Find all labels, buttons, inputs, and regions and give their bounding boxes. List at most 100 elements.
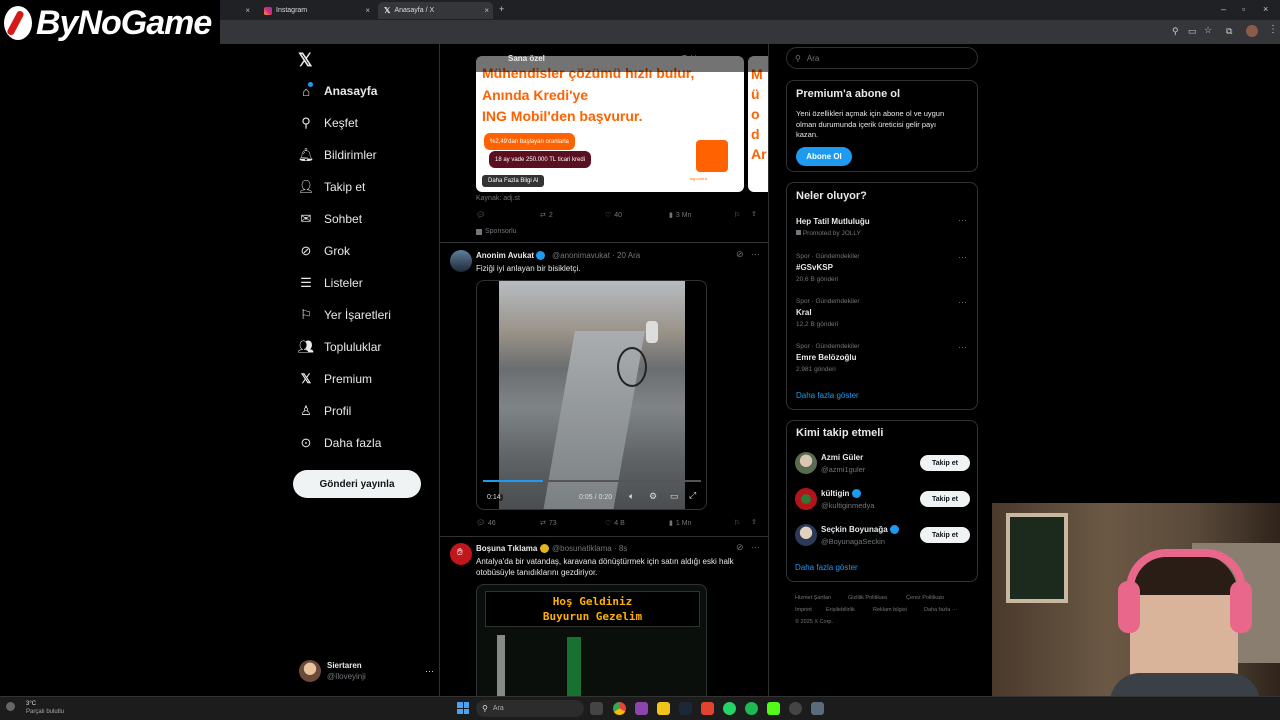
- brave-icon[interactable]: [701, 702, 714, 715]
- post-button[interactable]: Gönderi yayınla: [293, 470, 421, 498]
- show-more-link[interactable]: Daha fazla göster: [795, 563, 858, 572]
- pip-icon[interactable]: ▭: [670, 491, 679, 502]
- footer-link-accessibility[interactable]: Erişilebilirlik: [826, 607, 855, 613]
- share-icon[interactable]: ⇪: [751, 518, 757, 526]
- new-tab-button[interactable]: +: [499, 4, 504, 14]
- avatar[interactable]: [795, 452, 817, 474]
- more-icon[interactable]: ···: [425, 666, 434, 676]
- ad-source[interactable]: Kaynak: adj.st: [476, 195, 520, 202]
- tweet-handle[interactable]: @anonimavukat · 20 Ara: [552, 251, 640, 260]
- suggested-user-name[interactable]: kültigin: [821, 489, 861, 499]
- nav-grok[interactable]: ⊘ Grok: [298, 239, 350, 263]
- footer-link-ads-info[interactable]: Reklam bilgisi: [873, 607, 907, 613]
- show-more-link[interactable]: Daha fazla göster: [796, 391, 859, 400]
- more-icon[interactable]: ···: [958, 215, 967, 225]
- close-tab-icon[interactable]: ×: [365, 6, 370, 15]
- ad-image-next[interactable]: Mü od Ar: [748, 56, 768, 192]
- chrome-icon[interactable]: [613, 702, 626, 715]
- windows-start-icon[interactable]: [457, 702, 469, 714]
- more-icon[interactable]: ···: [958, 252, 967, 262]
- cast-icon[interactable]: ▭: [1188, 26, 1197, 37]
- video-player[interactable]: Hoş Geldiniz Buyurun Gezelim: [476, 584, 707, 696]
- views-button[interactable]: ▮ 3 Mn: [669, 211, 691, 220]
- reply-icon[interactable]: 💬︎: [476, 211, 485, 219]
- mute-icon[interactable]: 🔈︎: [629, 491, 634, 502]
- repost-button[interactable]: ⇄ 2: [540, 211, 553, 220]
- avatar[interactable]: [450, 250, 472, 272]
- tab-following[interactable]: Takip: [682, 54, 701, 63]
- grok-icon[interactable]: ⊘: [736, 249, 744, 260]
- avatar[interactable]: [795, 488, 817, 510]
- steam-icon[interactable]: [679, 702, 692, 715]
- nav-notifications[interactable]: 🔔︎ Bildirimler: [298, 143, 377, 167]
- footer-link-terms[interactable]: Hizmet Şartları: [795, 595, 831, 601]
- bookmark-icon[interactable]: ⚐: [734, 211, 740, 219]
- taskbar-search[interactable]: ⚲ Ara: [476, 700, 584, 717]
- fullscreen-icon[interactable]: ⤢: [689, 490, 696, 501]
- tweet-handle[interactable]: @bosunatiklama · 8s: [552, 544, 627, 553]
- minimize-icon[interactable]: –: [1221, 4, 1226, 14]
- video-progress-bar[interactable]: [483, 480, 543, 482]
- close-tab-icon[interactable]: ×: [484, 6, 489, 15]
- follow-button[interactable]: Takip et: [920, 527, 970, 543]
- trend-item[interactable]: Spor · Gündemdekiler Kral 12,2 B gönderi…: [787, 296, 977, 332]
- follow-button[interactable]: Takip et: [920, 455, 970, 471]
- bookmark-icon[interactable]: ⚐: [734, 519, 740, 527]
- footer-link-privacy[interactable]: Gizlilik Politikası: [848, 595, 887, 601]
- search-input[interactable]: ⚲ Ara: [786, 47, 978, 69]
- ad-image[interactable]: Mühendisler çözümü hızlı bulur, Anında K…: [476, 56, 744, 192]
- video-player[interactable]: 0:14 0:05 / 0:20 🔈︎ ⚙ ▭ ⤢: [476, 280, 707, 510]
- suggested-user-name[interactable]: Azmi Güler: [821, 453, 863, 462]
- tweet-author[interactable]: Boşuna Tıklama: [476, 544, 549, 554]
- profile-icon[interactable]: [1246, 25, 1258, 37]
- extensions-icon[interactable]: ⧉: [1226, 26, 1232, 37]
- more-icon[interactable]: ···: [958, 297, 967, 307]
- trend-item[interactable]: Spor · Gündemdekiler Emre Belözoğlu 2.98…: [787, 341, 977, 377]
- close-window-icon[interactable]: ×: [1263, 4, 1268, 14]
- nav-profile[interactable]: ♙ Profil: [298, 399, 351, 423]
- reply-button[interactable]: 💬︎ 46: [476, 519, 496, 528]
- browser-tab-instagram[interactable]: Instagram ×: [258, 2, 374, 19]
- weather-widget[interactable]: 3°C Parçalı bulutlu: [4, 699, 74, 719]
- settings-icon[interactable]: ⚙: [649, 491, 657, 502]
- browser-tab-x[interactable]: 𝕏 Anasayfa / X ×: [378, 2, 493, 19]
- nav-bookmarks[interactable]: ⚐ Yer İşaretleri: [298, 303, 391, 327]
- grok-icon[interactable]: ⊘: [736, 542, 744, 553]
- avatar[interactable]: [795, 524, 817, 546]
- nav-communities[interactable]: 👥︎ Topluluklar: [298, 335, 382, 359]
- kick-icon[interactable]: [767, 702, 780, 715]
- ad-cta-button[interactable]: Daha Fazla Bilgi Al: [482, 175, 545, 187]
- avatar[interactable]: ✋︎: [450, 543, 472, 565]
- footer-link-cookies[interactable]: Çerez Politikası: [906, 595, 944, 601]
- like-button[interactable]: ♡ 40: [605, 211, 622, 220]
- subscribe-button[interactable]: Abone Ol: [796, 147, 852, 166]
- share-icon[interactable]: ⇪: [751, 210, 757, 218]
- suggested-user-name[interactable]: Seçkin Boyunağa: [821, 525, 899, 535]
- follow-button[interactable]: Takip et: [920, 491, 970, 507]
- whatsapp-icon[interactable]: [723, 702, 736, 715]
- like-button[interactable]: ♡ 4 B: [605, 519, 625, 528]
- more-icon[interactable]: ···: [751, 249, 760, 259]
- footer-link-imprint[interactable]: Imprint: [795, 607, 812, 613]
- nav-follow[interactable]: 👤︎ Takip et: [298, 175, 366, 199]
- file-explorer-icon[interactable]: [657, 702, 670, 715]
- browser-tab-blank[interactable]: ×: [220, 2, 254, 19]
- trend-item[interactable]: Hep Tatil Mutluluğu Promoted by JOLLY ··…: [787, 213, 977, 243]
- menu-icon[interactable]: ⋮: [1268, 24, 1278, 35]
- spotify-icon[interactable]: [745, 702, 758, 715]
- nav-lists[interactable]: ☰ Listeler: [298, 271, 363, 295]
- settings-icon[interactable]: [811, 702, 824, 715]
- more-icon[interactable]: ···: [958, 342, 967, 352]
- tweet-author[interactable]: Anonim Avukat: [476, 251, 546, 261]
- app-icon[interactable]: [635, 702, 648, 715]
- trend-item[interactable]: Spor · Gündemdekiler #GSvKSP 20,6 B gönd…: [787, 251, 977, 287]
- more-icon[interactable]: ···: [751, 542, 760, 552]
- video-progress-track[interactable]: [543, 480, 701, 482]
- close-tab-icon[interactable]: ×: [245, 6, 250, 15]
- nav-explore[interactable]: ⚲ Keşfet: [298, 111, 358, 135]
- tab-for-you[interactable]: Sana özel: [508, 54, 545, 63]
- obs-icon[interactable]: [789, 702, 802, 715]
- nav-premium[interactable]: 𝕏 Premium: [298, 367, 372, 391]
- views-button[interactable]: ▮ 1 Mn: [669, 519, 691, 528]
- nav-more[interactable]: ⊙ Daha fazla: [298, 431, 382, 455]
